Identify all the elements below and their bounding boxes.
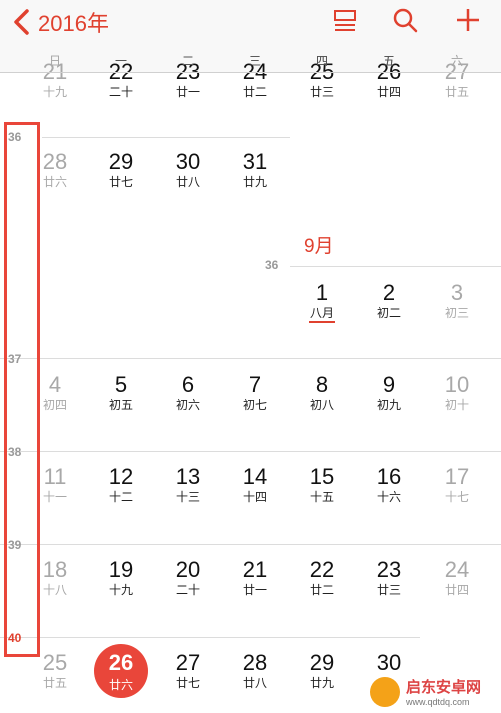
day-cell[interactable]: 29 廿九 bbox=[292, 651, 352, 691]
day-cell[interactable]: 5 初五 bbox=[91, 373, 151, 413]
month-start-underline bbox=[309, 321, 335, 323]
day-cell[interactable]: 30 bbox=[359, 651, 419, 675]
back-to-year-button-top[interactable]: 2016年 bbox=[10, 6, 109, 38]
weekday-wed: 三 bbox=[248, 54, 261, 68]
day-cell[interactable]: 16 十六 bbox=[359, 465, 419, 505]
day-cell[interactable]: 15 十五 bbox=[292, 465, 352, 505]
day-cell[interactable]: 20 二十 bbox=[158, 558, 218, 598]
weekday-tue: 二 bbox=[181, 54, 194, 68]
search-icon[interactable] bbox=[391, 6, 419, 34]
weekday-sun: 日 bbox=[48, 54, 61, 68]
week-number: 36 bbox=[265, 258, 279, 272]
day-cell[interactable]: 21 廿一 bbox=[225, 558, 285, 598]
day-cell[interactable]: 24 廿四 bbox=[427, 558, 487, 598]
day-cell[interactable]: 17 十七 bbox=[427, 465, 487, 505]
day-cell[interactable]: 14 十四 bbox=[225, 465, 285, 505]
watermark-logo-icon bbox=[370, 676, 400, 707]
row-separator bbox=[290, 266, 501, 267]
day-cell[interactable]: 13 十三 bbox=[158, 465, 218, 505]
row-separator bbox=[0, 637, 420, 638]
add-icon[interactable] bbox=[454, 6, 482, 34]
row-separator bbox=[42, 137, 290, 138]
row-separator bbox=[0, 358, 501, 359]
chevron-left-icon bbox=[14, 9, 29, 35]
day-cell[interactable]: 12 十二 bbox=[91, 465, 151, 505]
day-cell[interactable]: 3 初三 bbox=[427, 281, 487, 321]
day-cell[interactable]: 29 廿七 bbox=[91, 150, 151, 190]
day-cell[interactable]: 6 初六 bbox=[158, 373, 218, 413]
header-divider bbox=[0, 72, 501, 73]
day-cell[interactable]: 28 廿八 bbox=[225, 651, 285, 691]
today-lunar: 廿六 bbox=[108, 678, 133, 692]
today-day-cell[interactable]: 26 廿六 bbox=[94, 644, 148, 698]
year-label-top: 2016年 bbox=[38, 11, 109, 36]
watermark: 启东安卓网 www.qdtdq.com bbox=[370, 676, 481, 707]
today-day-number: 26 bbox=[108, 650, 134, 675]
day-cell[interactable]: 19 十九 bbox=[91, 558, 151, 598]
week-number-highlight-box bbox=[4, 122, 40, 657]
weekday-sat: 六 bbox=[450, 54, 463, 68]
weekday-header-top: 日 一 二 三 四 五 六 bbox=[0, 52, 501, 70]
day-cell[interactable]: 10 初十 bbox=[427, 373, 487, 413]
day-cell[interactable]: 2 初二 bbox=[359, 281, 419, 321]
day-cell[interactable]: 7 初七 bbox=[225, 373, 285, 413]
day-cell[interactable]: 22 廿二 bbox=[292, 558, 352, 598]
row-separator bbox=[0, 544, 501, 545]
weekday-fri: 五 bbox=[382, 54, 395, 68]
day-cell[interactable]: 27 廿七 bbox=[158, 651, 218, 691]
day-cell[interactable]: 25 廿五 bbox=[25, 651, 85, 691]
watermark-url: www.qdtdq.com bbox=[406, 697, 470, 707]
month-label: 9月 bbox=[304, 236, 334, 257]
day-cell[interactable]: 31 廿九 bbox=[225, 150, 285, 190]
list-view-icon[interactable] bbox=[331, 6, 359, 34]
day-cell[interactable]: 9 初九 bbox=[359, 373, 419, 413]
day-cell[interactable]: 1 八月 bbox=[292, 281, 352, 321]
day-cell[interactable]: 8 初八 bbox=[292, 373, 352, 413]
day-cell[interactable]: 23 廿三 bbox=[359, 558, 419, 598]
watermark-name: 启东安卓网 bbox=[406, 679, 482, 696]
weekday-thu: 四 bbox=[315, 54, 328, 68]
weekday-mon: 一 bbox=[114, 54, 127, 68]
row-separator bbox=[0, 451, 501, 452]
day-cell[interactable]: 30 廿八 bbox=[158, 150, 218, 190]
